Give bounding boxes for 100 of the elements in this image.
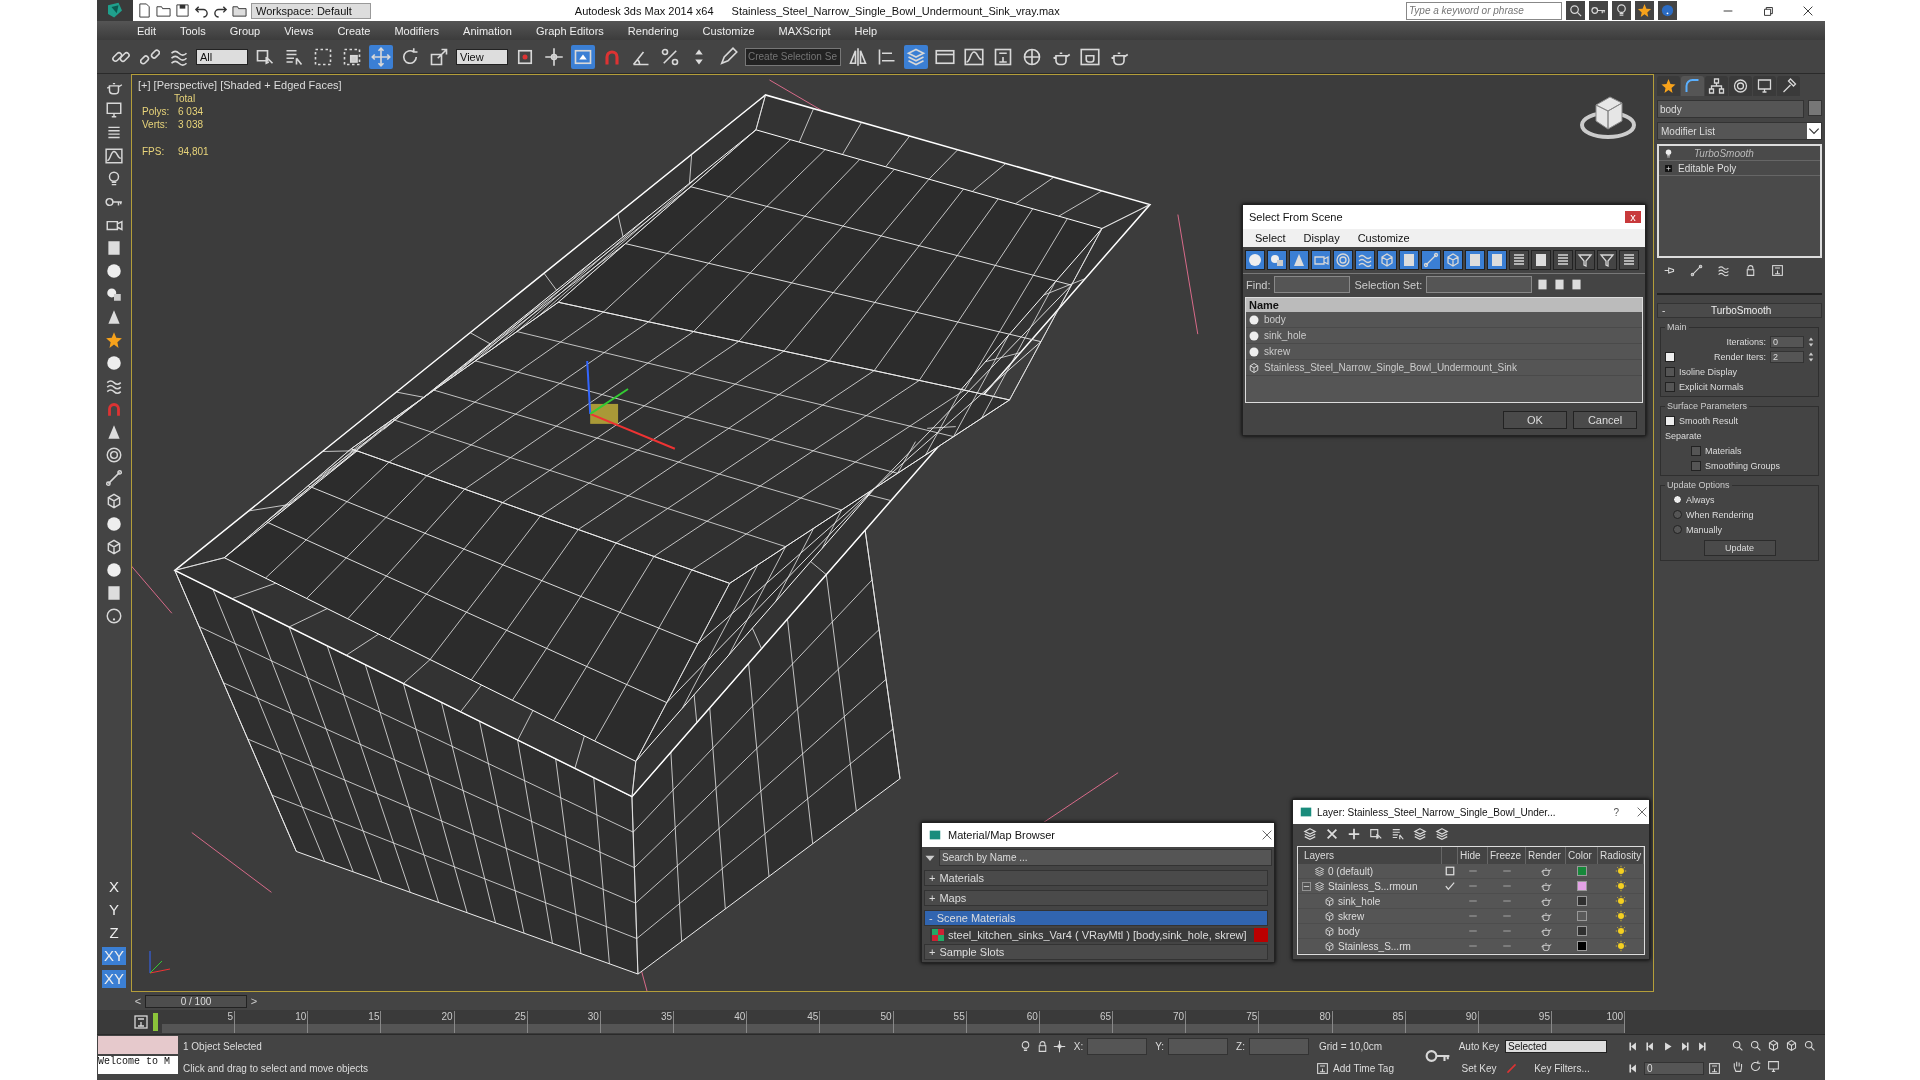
selection-set-field[interactable]	[1426, 276, 1533, 293]
help-icon[interactable]	[105, 607, 123, 625]
object-name[interactable]: body	[1338, 925, 1360, 937]
checkbox[interactable]	[1665, 366, 1675, 377]
teapot-icon[interactable]	[1540, 865, 1552, 877]
modifier-list-dropdown[interactable]: Modifier List	[1657, 122, 1822, 140]
spinner-field[interactable]: 0	[1770, 335, 1804, 348]
lock-icon[interactable]	[1744, 264, 1757, 277]
dialog-button[interactable]: OK	[1503, 411, 1567, 429]
burst-icon[interactable]	[105, 331, 123, 349]
crosshair-icon[interactable]	[1052, 1039, 1066, 1053]
column-header[interactable]: Render	[1526, 847, 1566, 864]
wave-icon[interactable]	[1717, 264, 1730, 277]
radio-label[interactable]: When Rendering	[1686, 509, 1754, 520]
key-mode-dropdown[interactable]: Selected	[1505, 1039, 1607, 1053]
spinner-arrows-icon[interactable]	[1808, 350, 1814, 363]
color-swatch[interactable]	[1577, 866, 1587, 876]
lightbulb-icon[interactable]	[1663, 147, 1674, 159]
hierarchy-icon[interactable]	[1705, 76, 1728, 96]
shapes-icon[interactable]	[105, 285, 123, 303]
checkbox-icon[interactable]	[1445, 866, 1455, 876]
object-name[interactable]: sink_hole	[1338, 895, 1381, 907]
material-item[interactable]: steel_kitchen_sinks_Var4 ( VRayMtl ) [body,sink_hole, skrew]	[930, 928, 1268, 942]
layers-icon[interactable]	[1303, 827, 1317, 841]
viewport-label[interactable]: [+] [Perspective] [Shaded + Edged Faces]	[138, 79, 342, 91]
pin-icon[interactable]	[1663, 264, 1676, 277]
stack-item[interactable]: TurboSmooth	[1694, 147, 1754, 159]
layers-icon[interactable]	[1413, 827, 1427, 841]
color-swatch[interactable]	[1577, 941, 1587, 951]
axis-button[interactable]: Z	[102, 924, 126, 942]
column-header[interactable]: Radiosity	[1598, 847, 1644, 864]
delete-icon[interactable]	[1325, 827, 1339, 841]
magnifier-icon[interactable]	[1566, 1, 1585, 20]
search-field[interactable]: Search by Name ...	[939, 849, 1272, 866]
box-icon[interactable]	[105, 492, 123, 510]
expand-box-icon[interactable]	[1663, 162, 1674, 174]
burst-icon[interactable]	[1657, 76, 1680, 96]
set-key-button[interactable]: Set Key	[1457, 1063, 1501, 1075]
section-header[interactable]: + Materials	[924, 870, 1268, 886]
app-logo-icon[interactable]	[97, 0, 133, 21]
object-name[interactable]: skrew	[1338, 910, 1365, 922]
menu-item[interactable]: Group	[217, 24, 273, 37]
checkbox-label[interactable]: Smoothing Groups	[1705, 460, 1781, 471]
column-header[interactable]: Color	[1566, 847, 1598, 864]
close-icon[interactable]	[1635, 805, 1649, 819]
sphere-icon[interactable]	[105, 515, 123, 533]
axis-button[interactable]: X	[102, 878, 126, 896]
target-icon[interactable]	[1333, 250, 1353, 270]
sun-icon[interactable]	[1615, 895, 1627, 907]
sun-icon[interactable]	[1615, 880, 1627, 892]
section-header[interactable]: - Scene Materials	[924, 910, 1268, 926]
page-icon[interactable]	[1536, 278, 1550, 291]
save-icon[interactable]	[175, 3, 190, 18]
box-icon[interactable]	[1377, 250, 1397, 270]
list-icon[interactable]	[1619, 250, 1639, 270]
box-icon[interactable]	[105, 538, 123, 556]
sun-icon[interactable]	[1615, 925, 1627, 937]
collapse-box-icon[interactable]	[1302, 881, 1311, 891]
teapot-icon[interactable]	[1540, 925, 1552, 937]
object-name[interactable]: skrew	[1264, 346, 1291, 357]
hand-icon[interactable]	[1731, 1060, 1744, 1073]
next-button[interactable]: >	[249, 995, 259, 1007]
burst-icon[interactable]	[1635, 1, 1654, 20]
color-swatch[interactable]	[1577, 881, 1587, 891]
sun-icon[interactable]	[1615, 910, 1627, 922]
checkbox[interactable]	[1691, 445, 1701, 456]
page-icon[interactable]	[1570, 278, 1584, 291]
magnifier-icon[interactable]	[1731, 1039, 1744, 1052]
teapot-icon[interactable]	[1540, 910, 1552, 922]
list-icon[interactable]	[1509, 250, 1529, 270]
bone-icon[interactable]	[105, 469, 123, 487]
coordinate-field[interactable]	[1168, 1037, 1229, 1055]
object-color-swatch[interactable]	[1808, 100, 1822, 116]
page-icon[interactable]	[1553, 278, 1567, 291]
checkbox-label[interactable]: Materials	[1705, 445, 1742, 456]
radio-button[interactable]	[1673, 525, 1682, 534]
hammer-icon[interactable]	[1777, 76, 1800, 96]
menu-item[interactable]: Display	[1303, 232, 1340, 244]
add-icon[interactable]	[1347, 827, 1361, 841]
checkbox-label[interactable]: Explicit Normals	[1679, 381, 1744, 392]
lightbulb-icon[interactable]	[1612, 1, 1631, 20]
shapes-icon[interactable]	[1267, 250, 1287, 270]
time-slider-thumb[interactable]: 0 / 100	[145, 994, 247, 1008]
folder-icon[interactable]	[156, 3, 171, 18]
layer-name[interactable]: Stainless_S...rmoun	[1328, 880, 1418, 892]
section-header[interactable]: + Maps	[924, 890, 1268, 906]
checkbox[interactable]	[1665, 415, 1675, 426]
column-header[interactable]: Hide	[1458, 847, 1488, 864]
help-button[interactable]: ?	[1613, 806, 1619, 818]
color-swatch[interactable]	[1577, 926, 1587, 936]
coordinate-field[interactable]	[1249, 1037, 1309, 1055]
page-icon[interactable]	[1465, 250, 1485, 270]
checkbox-label[interactable]: Isoline Display	[1679, 366, 1738, 377]
new-file-icon[interactable]	[137, 3, 152, 18]
layers-icon[interactable]	[1435, 827, 1449, 841]
checkbox[interactable]	[1665, 351, 1675, 362]
sun-icon[interactable]	[1615, 865, 1627, 877]
object-name[interactable]: body	[1264, 314, 1286, 325]
close-button[interactable]: x	[1625, 211, 1641, 223]
menu-item[interactable]: Rendering	[615, 24, 691, 37]
